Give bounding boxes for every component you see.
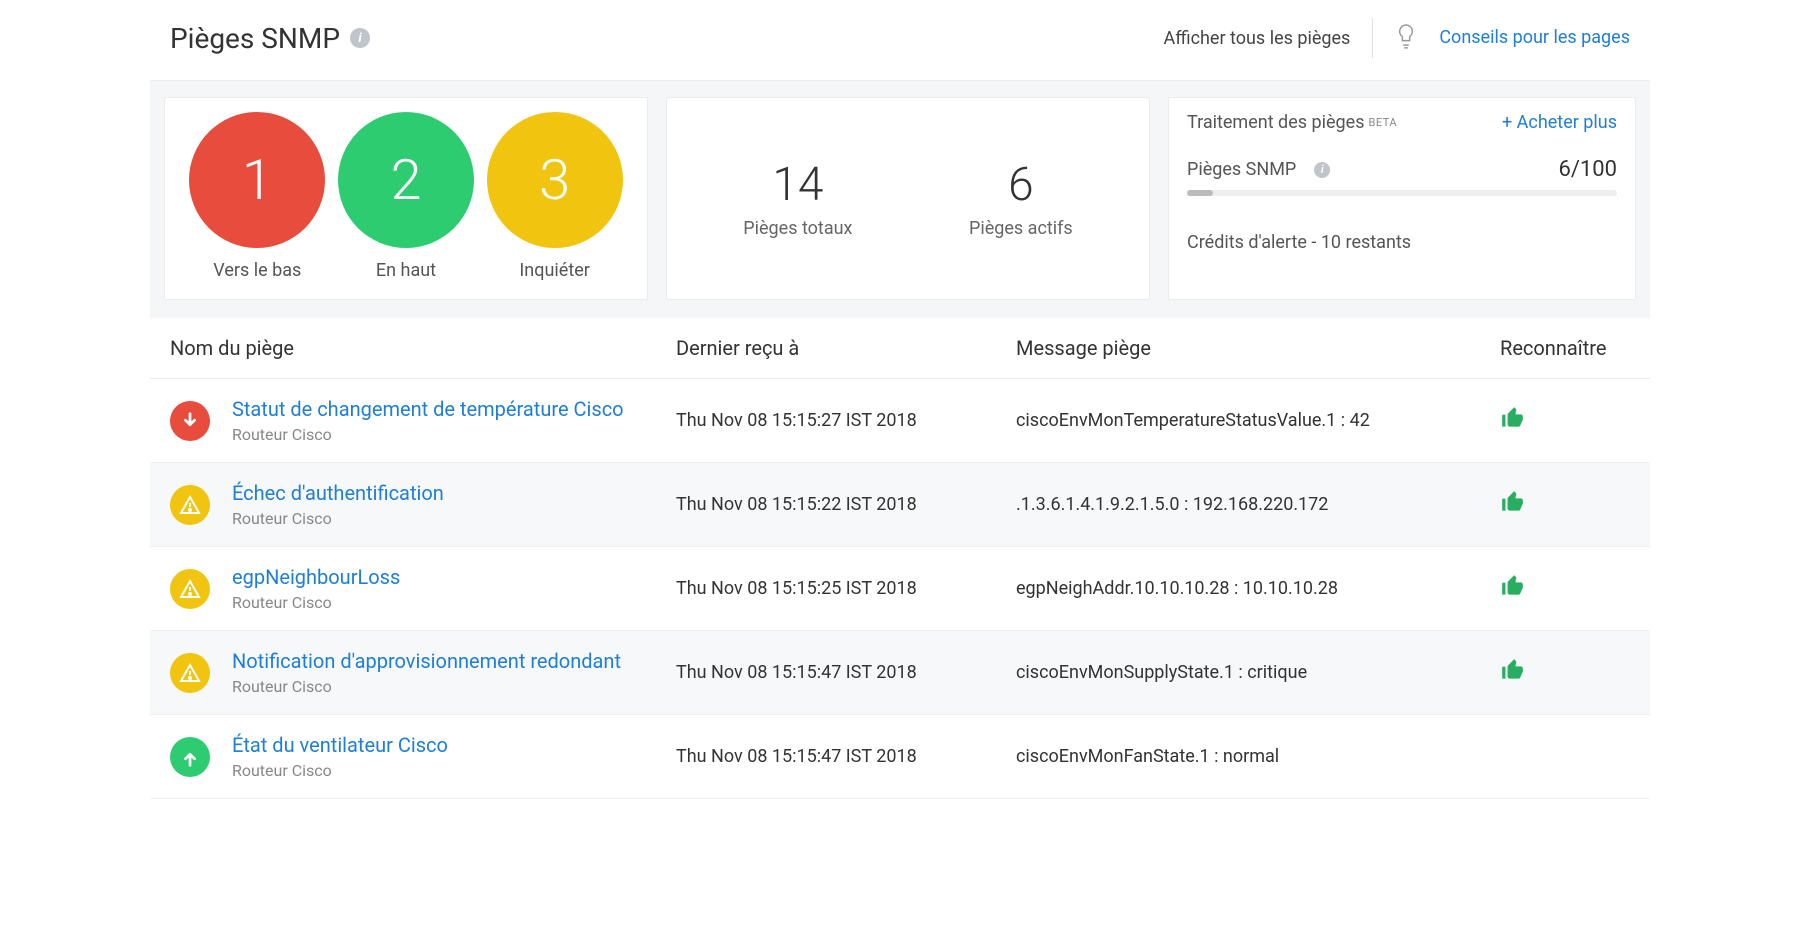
- warning-icon: [170, 653, 210, 693]
- status-summary-card: 1 Vers le bas 2 En haut 3 Inquiéter: [164, 97, 648, 300]
- info-icon[interactable]: i: [350, 28, 370, 48]
- totals-card: 14 Pièges totaux 6 Pièges actifs: [666, 97, 1150, 300]
- table-row[interactable]: egpNeighbourLoss Routeur CiscoThu Nov 08 …: [150, 547, 1650, 631]
- status-warn-count: 3: [487, 112, 623, 248]
- warning-icon: [170, 569, 210, 609]
- active-traps-metric: 6 Pièges actifs: [969, 158, 1073, 239]
- thumbs-up-icon[interactable]: [1500, 667, 1526, 688]
- active-traps-label: Pièges actifs: [969, 218, 1073, 239]
- col-last-received[interactable]: Dernier reçu à: [676, 336, 1016, 360]
- status-down-count: 1: [189, 112, 325, 248]
- trap-device: Routeur Cisco: [232, 593, 676, 612]
- info-icon[interactable]: i: [1314, 162, 1330, 178]
- page-title: Pièges SNMP: [170, 22, 340, 55]
- trap-message: ciscoEnvMonFanState.1 : normal: [1016, 746, 1500, 767]
- status-warn-label: Inquiéter: [487, 260, 623, 281]
- trap-message: ciscoEnvMonSupplyState.1 : critique: [1016, 662, 1500, 683]
- active-traps-value: 6: [969, 158, 1073, 212]
- total-traps-value: 14: [743, 158, 852, 212]
- quota-metric-label: Pièges SNMP: [1187, 159, 1296, 180]
- divider: [1372, 18, 1373, 58]
- bulb-icon: [1395, 22, 1417, 55]
- trap-name-link[interactable]: Statut de changement de température Cisc…: [232, 397, 676, 421]
- trap-time: Thu Nov 08 15:15:27 IST 2018: [676, 410, 1016, 431]
- col-trap-name[interactable]: Nom du piège: [170, 336, 676, 360]
- status-down-label: Vers le bas: [189, 260, 325, 281]
- trap-message: ciscoEnvMonTemperatureStatusValue.1 : 42: [1016, 410, 1500, 431]
- trap-time: Thu Nov 08 15:15:47 IST 2018: [676, 662, 1016, 683]
- quota-metric-value: 6/100: [1558, 157, 1617, 182]
- trap-name-link[interactable]: Échec d'authentification: [232, 481, 676, 505]
- trap-device: Routeur Cisco: [232, 677, 676, 696]
- thumbs-up-icon[interactable]: [1500, 583, 1526, 604]
- trap-ack[interactable]: [1500, 657, 1630, 688]
- trap-device: Routeur Cisco: [232, 425, 676, 444]
- trap-time: Thu Nov 08 15:15:47 IST 2018: [676, 746, 1016, 767]
- total-traps-label: Pièges totaux: [743, 218, 852, 239]
- trap-device: Routeur Cisco: [232, 509, 676, 528]
- quota-title: Traitement des pièges: [1187, 112, 1364, 133]
- alert-credits: Crédits d'alerte - 10 restants: [1187, 232, 1617, 253]
- status-up-count: 2: [338, 112, 474, 248]
- arrow-up-icon: [170, 737, 210, 777]
- total-traps-metric: 14 Pièges totaux: [743, 158, 852, 239]
- thumbs-up-icon[interactable]: [1500, 499, 1526, 520]
- table-row[interactable]: Notification d'approvisionnement redonda…: [150, 631, 1650, 715]
- trap-name-link[interactable]: Notification d'approvisionnement redonda…: [232, 649, 676, 673]
- quota-card: Traitement des pièges BETA + Acheter plu…: [1168, 97, 1636, 300]
- status-up-chip[interactable]: 2 En haut: [338, 112, 474, 281]
- trap-time: Thu Nov 08 15:15:22 IST 2018: [676, 494, 1016, 515]
- trap-message: .1.3.6.1.4.1.9.2.1.5.0 : 192.168.220.172: [1016, 494, 1500, 515]
- trap-time: Thu Nov 08 15:15:25 IST 2018: [676, 578, 1016, 599]
- trap-device: Routeur Cisco: [232, 761, 676, 780]
- quota-progress: [1187, 190, 1617, 196]
- trap-name-link[interactable]: egpNeighbourLoss: [232, 565, 676, 589]
- table-row[interactable]: État du ventilateur Cisco Routeur CiscoTh…: [150, 715, 1650, 799]
- thumbs-up-icon[interactable]: [1500, 415, 1526, 436]
- table-row[interactable]: Échec d'authentification Routeur CiscoThu…: [150, 463, 1650, 547]
- trap-ack[interactable]: [1500, 405, 1630, 436]
- col-trap-message[interactable]: Message piège: [1016, 336, 1500, 360]
- show-all-traps-link[interactable]: Afficher tous les pièges: [1163, 28, 1350, 49]
- status-warn-chip[interactable]: 3 Inquiéter: [487, 112, 623, 281]
- buy-more-link[interactable]: + Acheter plus: [1502, 112, 1617, 133]
- status-up-label: En haut: [338, 260, 474, 281]
- trap-name-link[interactable]: État du ventilateur Cisco: [232, 733, 676, 757]
- page-tips-link[interactable]: Conseils pour les pages: [1439, 27, 1630, 50]
- status-down-chip[interactable]: 1 Vers le bas: [189, 112, 325, 281]
- trap-ack[interactable]: [1500, 489, 1630, 520]
- trap-message: egpNeighAddr.10.10.10.28 : 10.10.10.28: [1016, 578, 1500, 599]
- arrow-down-icon: [170, 401, 210, 441]
- table-row[interactable]: Statut de changement de température Cisc…: [150, 379, 1650, 463]
- trap-ack[interactable]: [1500, 573, 1630, 604]
- beta-badge: BETA: [1368, 116, 1397, 129]
- warning-icon: [170, 485, 210, 525]
- col-acknowledge[interactable]: Reconnaître: [1500, 336, 1630, 360]
